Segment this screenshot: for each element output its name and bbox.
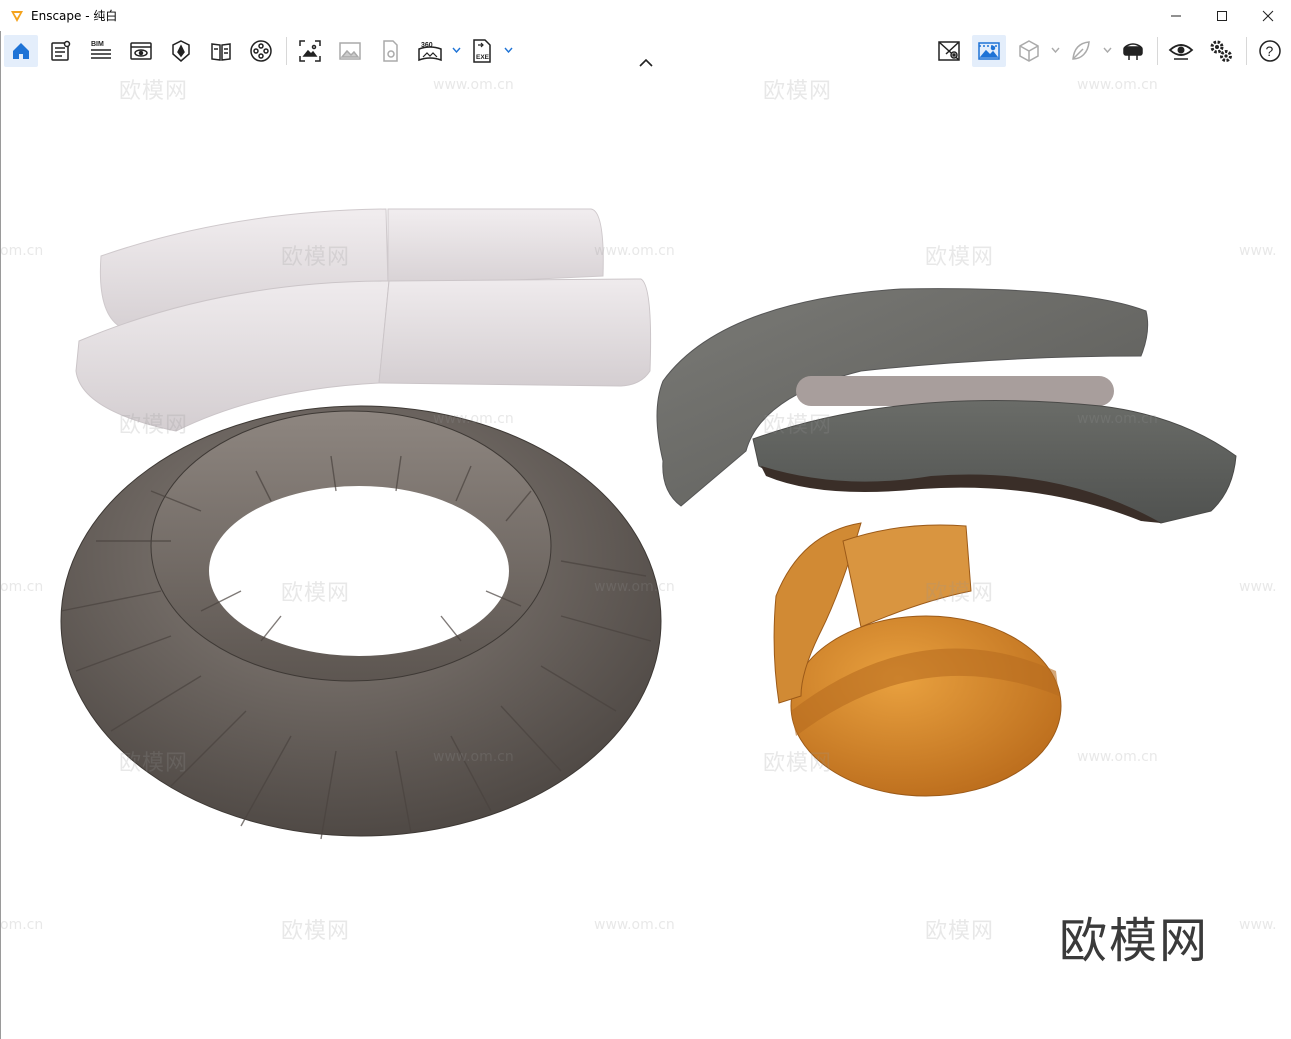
render-panorama-icon[interactable]	[373, 35, 407, 67]
enscape-logo-icon	[9, 8, 25, 24]
svg-text:?: ?	[1266, 43, 1274, 59]
watermark-logo: 欧模网	[119, 751, 189, 776]
maximize-icon[interactable]	[1199, 0, 1245, 31]
chevron-down-icon[interactable]	[503, 43, 513, 57]
watermark-url: www.	[1239, 917, 1277, 933]
watermark-url: www.om.cn	[1077, 411, 1158, 427]
visibility-icon[interactable]	[1164, 35, 1198, 67]
watermark-url: www.	[1239, 243, 1277, 259]
white-mode-icon[interactable]	[972, 35, 1006, 67]
watermark-url: www.om.cn	[1077, 77, 1158, 93]
window-title: Enscape - 纯白	[31, 9, 118, 23]
export-exe-icon[interactable]: EXE	[465, 35, 499, 67]
sofa-render-scene	[60, 208, 1237, 840]
minimize-icon[interactable]	[1153, 0, 1199, 31]
cube-icon[interactable]	[1012, 35, 1046, 67]
watermark-url: www.om.cn	[433, 411, 514, 427]
toolbar-separator	[286, 37, 287, 65]
watermark-url: www.om.cn	[594, 917, 675, 933]
home-icon[interactable]	[4, 35, 38, 67]
watermark-url: www.om.cn	[433, 77, 514, 93]
close-icon[interactable]	[1245, 0, 1291, 31]
watermark-logo: 欧模网	[925, 919, 995, 944]
view-icon[interactable]	[124, 35, 158, 67]
watermark-url: om.cn	[1, 579, 44, 595]
watermark-url: om.cn	[1, 917, 44, 933]
feather-icon[interactable]	[1064, 35, 1098, 67]
watermark-logo: 欧模网	[925, 245, 995, 270]
watermark-url: om.cn	[1, 243, 44, 259]
watermark-logo: 欧模网	[119, 413, 189, 438]
settings-icon[interactable]	[1204, 35, 1238, 67]
panorama-360-icon[interactable]: 360	[413, 35, 447, 67]
watermark-url: www.om.cn	[433, 749, 514, 765]
watermark-url: www.om.cn	[594, 579, 675, 595]
help-icon[interactable]: ?	[1253, 35, 1287, 67]
watermark-url: www.om.cn	[1077, 749, 1158, 765]
toolbar-separator	[1246, 37, 1247, 65]
map-icon[interactable]	[932, 35, 966, 67]
window-controls	[1153, 0, 1291, 31]
vr-headset-icon[interactable]	[1116, 35, 1150, 67]
toolbar-separator	[1157, 37, 1158, 65]
title-bar: Enscape - 纯白	[0, 0, 1291, 31]
watermark-brand-logo: 欧模网	[1059, 913, 1210, 969]
material-book-icon[interactable]	[204, 35, 238, 67]
chevron-down-icon[interactable]	[1102, 43, 1112, 57]
video-editor-icon[interactable]	[244, 35, 278, 67]
bim-icon[interactable]: BIM	[84, 35, 118, 67]
watermark-logo: 欧模网	[281, 245, 351, 270]
watermark-url: www.om.cn	[594, 243, 675, 259]
watermark-logo: 欧模网	[925, 581, 995, 606]
watermark-logo: 欧模网	[763, 413, 833, 438]
watermark-logo: 欧模网	[763, 79, 833, 104]
bim-label: BIM	[91, 41, 104, 48]
watermark-logo: 欧模网	[281, 919, 351, 944]
asset-library-icon[interactable]	[44, 35, 78, 67]
chevron-down-icon[interactable]	[1050, 43, 1060, 57]
collapse-toolbar-icon[interactable]	[636, 56, 656, 70]
exe-label: EXE	[476, 54, 490, 61]
white-curved-sofa	[75, 208, 652, 432]
watermark-logo: 欧模网	[119, 79, 189, 104]
watermark-url: www.	[1239, 579, 1277, 595]
render-viewport[interactable]: 欧模网 www.om.cn 欧模网 www.om.cn om.cn 欧模网 ww…	[1, 71, 1291, 1039]
chevron-down-icon[interactable]	[451, 43, 461, 57]
watermark-logo: 欧模网	[763, 751, 833, 776]
screenshot-icon[interactable]	[293, 35, 327, 67]
atmosphere-icon[interactable]	[164, 35, 198, 67]
grey-curved-sofa	[656, 288, 1237, 524]
watermark-logo: 欧模网	[281, 581, 351, 606]
image-icon[interactable]	[333, 35, 367, 67]
